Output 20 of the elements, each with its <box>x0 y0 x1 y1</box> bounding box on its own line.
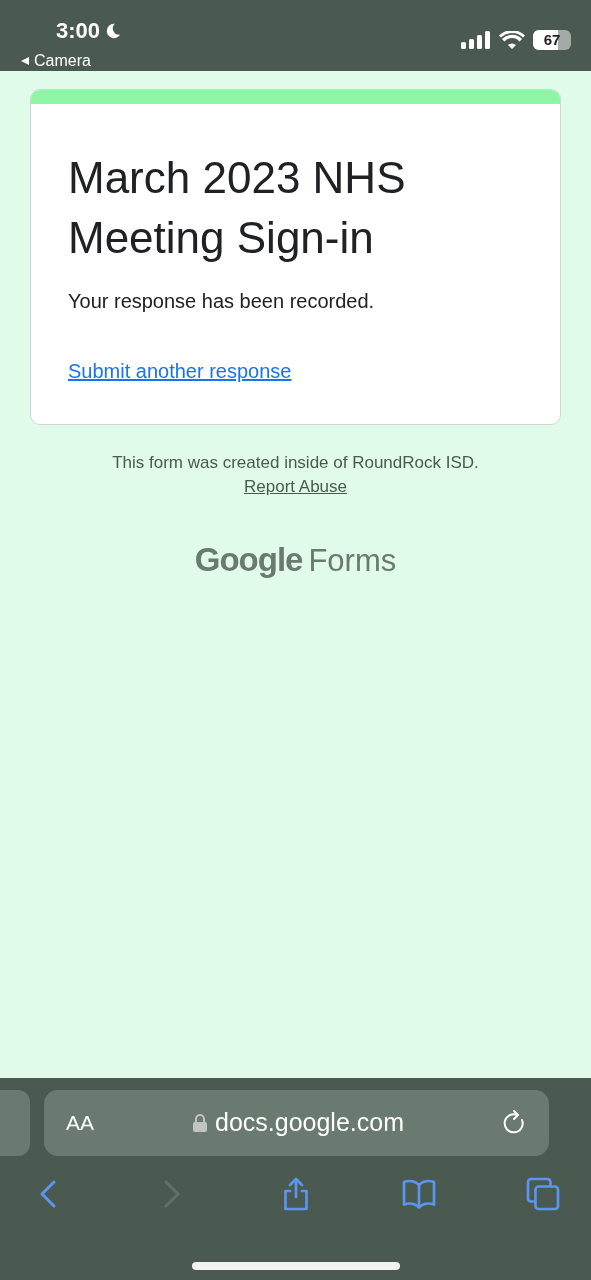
wifi-icon <box>499 31 525 49</box>
status-time: 3:00 <box>56 17 101 45</box>
report-abuse-link[interactable]: Report Abuse <box>244 477 347 496</box>
lock-icon <box>193 1114 207 1132</box>
submit-another-link[interactable]: Submit another response <box>68 356 292 386</box>
tabs-icon[interactable] <box>525 1176 561 1212</box>
address-bar[interactable]: AA docs.google.com <box>44 1090 549 1156</box>
reload-icon[interactable] <box>503 1110 527 1136</box>
form-title: March 2023 NHS Meeting Sign-in <box>68 152 407 264</box>
back-to-app-link[interactable]: Camera <box>20 49 123 73</box>
text-size-button[interactable]: AA <box>66 1107 94 1139</box>
logo-brand: Google <box>194 540 303 580</box>
previous-tab-preview[interactable] <box>0 1090 30 1156</box>
battery-percent: 67 <box>542 30 562 50</box>
confirmation-message: Your response has been recorded. <box>68 289 376 314</box>
back-triangle-icon <box>20 56 30 66</box>
logo-product: Forms <box>308 542 397 580</box>
footer-note: This form was created inside of RoundRock ISD. Report Abuse <box>111 452 480 498</box>
signal-icon <box>461 31 491 49</box>
url-text: docs.google.com <box>215 1107 404 1139</box>
